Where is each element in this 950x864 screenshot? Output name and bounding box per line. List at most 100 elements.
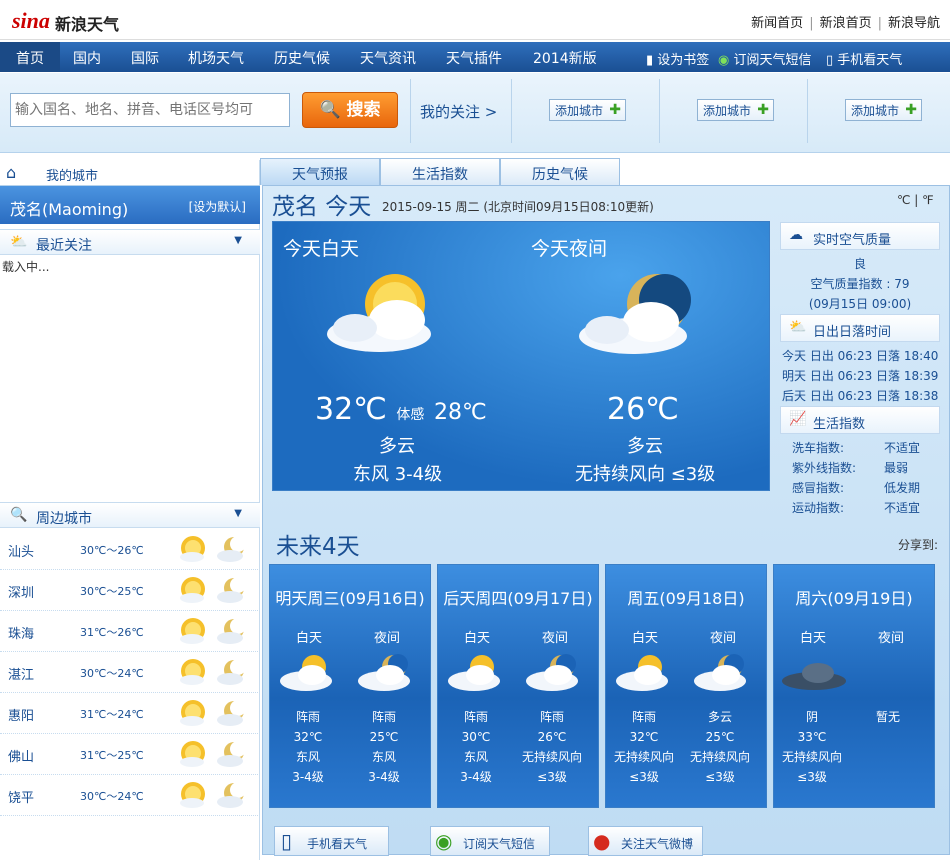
nearby-city-name[interactable]: 湛江 [8,664,34,683]
nav-home[interactable]: 首页 [0,42,60,72]
night-detail: 多云 25℃ 无持续风向 ≤3级 [689,710,750,784]
moon-cloud-icon [217,577,246,603]
weather-icon [358,654,410,691]
nearby-city-name[interactable]: 珠海 [8,623,34,642]
sun-cloud-icon [180,536,205,562]
sun-header[interactable]: ⛅ 日出日落时间 [780,314,940,342]
moon-cloud-icon [217,700,246,726]
nav-plugins[interactable]: 天气插件 [446,48,502,68]
nearby-city-temp: 31℃～25℃ [80,749,144,762]
nearby-city-name[interactable]: 佛山 [8,746,34,765]
life-header[interactable]: 📈 生活指数 [780,406,940,434]
forecast-day-card: 明天周三(09月16日) 白天 夜间 阵雨 32℃ 东风 3-4级 阵雨 25℃ 东风 3-4级 [269,564,431,808]
add-city-button[interactable]: 添加城市 ✚ [549,99,627,121]
night-detail: 阵雨 25℃ 东风 3-4级 [368,710,400,784]
life-value: 不适宜 [884,441,921,455]
weibo-button[interactable]: ● 关注天气微博 [588,826,703,856]
life-key: 紫外线指数: [792,461,857,475]
add-city-button[interactable]: 添加城市 ✚ [697,99,775,121]
nearby-header[interactable]: 🔍 周边城市 ▼ [0,502,260,528]
life-value: 最弱 [884,461,909,475]
today-night-temp: 26℃ [607,392,679,427]
current-city-bar[interactable]: 茂名(Maoming) [设为默认] [0,186,260,224]
nearby-city-name[interactable]: 深圳 [8,582,34,601]
air-time: (09月15日 09:00) [808,297,912,311]
nav-domestic[interactable]: 国内 [73,48,101,68]
link-sina-nav[interactable]: 新浪导航 [888,16,940,31]
sms-subscribe-button[interactable]: ◉ 订阅天气短信 [430,826,550,856]
nearby-city-row[interactable]: 汕头 30℃～26℃ [0,529,260,570]
nav-international[interactable]: 国际 [131,48,159,68]
my-focus-link[interactable]: 我的关注 > [420,101,497,122]
sun-cloud-icon [180,700,205,726]
nearby-city-name[interactable]: 汕头 [8,541,34,560]
nearby-city-row[interactable]: 深圳 30℃～25℃ [0,570,260,611]
link-news-home[interactable]: 新闻首页 [751,16,803,31]
recent-header[interactable]: ⛅ 最近关注 ▼ [0,229,260,255]
sun-row: 明天 日出 06:23 日落 18:39 [782,369,939,383]
life-key: 运动指数: [792,501,845,515]
sms-icon: ◉ [718,53,730,68]
chevron-down-icon: ▼ [234,235,242,246]
search-input[interactable] [10,93,290,127]
sms-link[interactable]: ◉ 订阅天气短信 [718,49,812,68]
life-key: 感冒指数: [792,481,845,495]
bookmark-link[interactable]: ▮ 设为书签 [646,49,709,68]
moon-cloud-icon [217,536,246,562]
sunrise-icon: ⛅ [789,319,807,335]
nav-2014[interactable]: 2014新版 [533,48,597,68]
nearby-city-name[interactable]: 饶平 [8,787,34,806]
search-button[interactable]: 🔍 搜索 [302,92,398,128]
nearby-city-temp: 30℃～24℃ [80,667,144,680]
day-label: 白天 [464,631,491,646]
sun-cloud-icon [327,274,431,352]
night-detail: 暂无 [875,710,900,724]
add-city-button[interactable]: 添加城市 ✚ [845,99,923,121]
link-sina-home[interactable]: 新浪首页 [820,16,872,31]
today-night-wind: 无持续风向 ≤3级 [575,464,716,485]
today-night-label: 今天夜间 [531,238,608,260]
nav-history[interactable]: 历史气候 [274,48,330,68]
tab-life-index[interactable]: 生活指数 [380,158,500,185]
today-day-wind: 东风 3-4级 [353,464,443,485]
weather-icon [280,655,332,691]
sun-row: 后天 日出 06:23 日落 18:38 [782,389,939,403]
city-title: 茂名 今天 [272,194,372,220]
night-label: 夜间 [878,631,905,646]
today-day-temp: 32℃ 体感 28℃ [315,392,487,427]
nearby-city-row[interactable]: 湛江 30℃～24℃ [0,652,260,693]
plus-icon: ✚ [905,102,918,118]
weibo-icon: ● [593,829,611,853]
nearby-city-row[interactable]: 珠海 31℃～26℃ [0,611,260,652]
nearby-city-row[interactable]: 惠阳 31℃～24℃ [0,693,260,734]
today-day-weather: 多云 [379,436,415,457]
nav-airport[interactable]: 机场天气 [188,48,244,68]
day-title: 明天周三(09月16日) [275,589,425,608]
chart-icon: 📈 [789,411,807,427]
air-level: 良 [853,257,866,271]
chevron-down-icon: ▼ [234,508,242,519]
life-value: 低发期 [884,481,921,495]
air-quality-header[interactable]: ☁ 实时空气质量 [780,222,940,250]
day-label: 白天 [632,631,659,646]
share-label[interactable]: 分享到: [898,536,938,553]
set-default-link[interactable]: [设为默认] [189,198,246,215]
weather-brand[interactable]: 新浪天气 [55,11,119,35]
nearby-city-name[interactable]: 惠阳 [8,705,34,724]
sun-cloud-icon [180,659,205,685]
forecast-day-card: 后天周四(09月17日) 白天 夜间 阵雨 30℃ 东风 3-4级 阵雨 26℃ 无持续风向 ≤3级 [437,564,599,808]
unit-toggle[interactable]: ℃ | ℉ [897,193,934,207]
weather-icon [694,654,746,691]
sina-logo[interactable]: sina [12,8,50,34]
nav-news[interactable]: 天气资讯 [360,48,416,68]
sun-cloud-icon [180,782,205,808]
plus-icon: ✚ [609,102,622,118]
nearby-city-row[interactable]: 佛山 31℃～25℃ [0,734,260,775]
forecast-day-card: 周六(09月19日) 白天 夜间阴 33℃ 无持续风向 ≤3级 暂无 [773,564,935,808]
tab-history[interactable]: 历史气候 [500,158,620,185]
tab-forecast[interactable]: 天气预报 [260,158,380,185]
nearby-city-row[interactable]: 饶平 30℃～24℃ [0,775,260,816]
mobile-link[interactable]: ▯ 手机看天气 [826,49,902,68]
mobile-weather-button[interactable]: ▯ 手机看天气 [274,826,389,856]
search-band: 🔍 搜索 我的关注 > 添加城市✚ 添加城市✚ 添加城市✚ [0,73,950,153]
